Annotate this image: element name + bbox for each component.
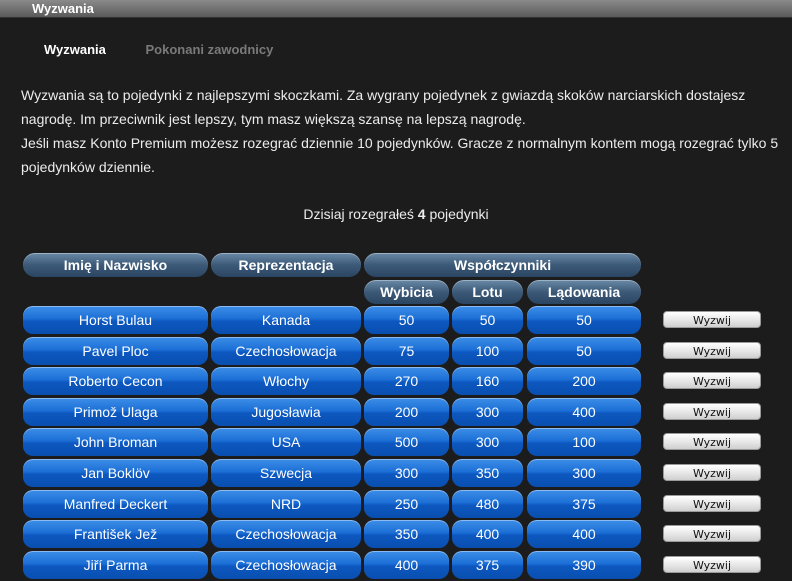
header-takeoff: Wybicia (364, 280, 449, 304)
cell-takeoff: 500 (364, 428, 449, 457)
cell-landing: 200 (527, 367, 641, 396)
today-count: 4 (417, 206, 426, 222)
cell-flight: 50 (452, 306, 523, 334)
cell-country: Szwecja (211, 459, 361, 487)
table-row: Jiří Parma Czechosłowacja 400 375 390 Wyzwij (0, 550, 792, 579)
cell-flight: 160 (452, 367, 523, 396)
cell-takeoff: 300 (364, 459, 449, 487)
cell-country: Jugosławia (211, 397, 361, 426)
cell-country: Włochy (211, 367, 361, 396)
table-row: Pavel Ploc Czechosłowacja 75 100 50 Wyzwij (0, 336, 792, 365)
table-row: John Broman USA 500 300 100 Wyzwij (0, 428, 792, 457)
table-row: Horst Bulau Kanada 50 50 50 Wyzwij (0, 306, 792, 334)
header-flight: Lotu (452, 280, 523, 304)
challenge-button[interactable]: Wyzwij (663, 341, 761, 359)
header-landing: Lądowania (527, 280, 641, 304)
table-row: Manfred Deckert NRD 250 480 375 Wyzwij (0, 489, 792, 518)
cell-name: Roberto Cecon (23, 367, 208, 396)
cell-country: Czechosłowacja (211, 520, 361, 549)
today-duels-summary: Dzisiaj rozegrałeś 4 pojedynki (0, 206, 792, 222)
cell-name: Pavel Ploc (23, 336, 208, 365)
challenge-button[interactable]: Wyzwij (663, 311, 761, 328)
header-country: Reprezentacja (211, 253, 361, 277)
table-row: Primož Ulaga Jugosławia 200 300 400 Wyzwij (0, 397, 792, 426)
cell-landing: 300 (527, 459, 641, 487)
cell-name: Jiří Parma (23, 550, 208, 579)
challenge-button[interactable]: Wyzwij (663, 494, 761, 512)
cell-landing: 375 (527, 489, 641, 518)
cell-takeoff: 350 (364, 520, 449, 549)
cell-country: USA (211, 428, 361, 457)
cell-landing: 50 (527, 306, 641, 334)
challenge-button[interactable]: Wyzwij (663, 525, 761, 543)
cell-flight: 100 (452, 336, 523, 365)
cell-flight: 480 (452, 489, 523, 518)
tab-defeated-opponents[interactable]: Pokonani zawodnicy (146, 42, 274, 57)
intro-paragraph-1: Wyzwania są to pojedynki z najlepszymi s… (21, 87, 746, 127)
cell-name: Horst Bulau (23, 306, 208, 334)
today-prefix: Dzisiaj rozegrałeś (303, 206, 418, 222)
cell-takeoff: 400 (364, 550, 449, 579)
tab-challenges[interactable]: Wyzwania (44, 42, 106, 57)
cell-country: Czechosłowacja (211, 336, 361, 365)
table-row: František Jež Czechosłowacja 350 400 400 Wyzw… (0, 520, 792, 549)
cell-landing: 100 (527, 428, 641, 457)
cell-name: Primož Ulaga (23, 397, 208, 426)
cell-name: František Jež (23, 520, 208, 549)
window-titlebar: Wyzwania (0, 0, 792, 18)
header-coefficients: Współczynniki (364, 253, 641, 277)
tab-bar: Wyzwania Pokonani zawodnicy (44, 42, 309, 57)
challenge-button[interactable]: Wyzwij (663, 402, 761, 420)
cell-country: NRD (211, 489, 361, 518)
cell-takeoff: 200 (364, 397, 449, 426)
challenge-button[interactable]: Wyzwij (663, 372, 761, 390)
cell-takeoff: 75 (364, 336, 449, 365)
cell-country: Kanada (211, 306, 361, 334)
cell-takeoff: 250 (364, 489, 449, 518)
cell-flight: 350 (452, 459, 523, 487)
cell-takeoff: 50 (364, 306, 449, 334)
intro-text: Wyzwania są to pojedynki z najlepszymi s… (21, 83, 781, 179)
cell-name: Jan Boklöv (23, 459, 208, 487)
cell-country: Czechosłowacja (211, 550, 361, 579)
cell-name: John Broman (23, 428, 208, 457)
cell-landing: 50 (527, 336, 641, 365)
cell-landing: 400 (527, 520, 641, 549)
cell-landing: 390 (527, 550, 641, 579)
window-title: Wyzwania (32, 1, 94, 16)
cell-flight: 400 (452, 520, 523, 549)
table-row: Jan Boklöv Szwecja 300 350 300 Wyzwij (0, 459, 792, 487)
cell-flight: 300 (452, 428, 523, 457)
cell-flight: 375 (452, 550, 523, 579)
cell-name: Manfred Deckert (23, 489, 208, 518)
challenge-button[interactable]: Wyzwij (663, 433, 761, 451)
intro-paragraph-2: Jeśli masz Konto Premium możesz rozegrać… (21, 135, 779, 175)
header-name: Imię i Nazwisko (23, 253, 208, 277)
cell-takeoff: 270 (364, 367, 449, 396)
challenge-button[interactable]: Wyzwij (663, 464, 761, 481)
table-row: Roberto Cecon Włochy 270 160 200 Wyzwij (0, 367, 792, 396)
cell-landing: 400 (527, 397, 641, 426)
challenge-button[interactable]: Wyzwij (663, 555, 761, 573)
cell-flight: 300 (452, 397, 523, 426)
today-suffix: pojedynki (425, 206, 489, 222)
